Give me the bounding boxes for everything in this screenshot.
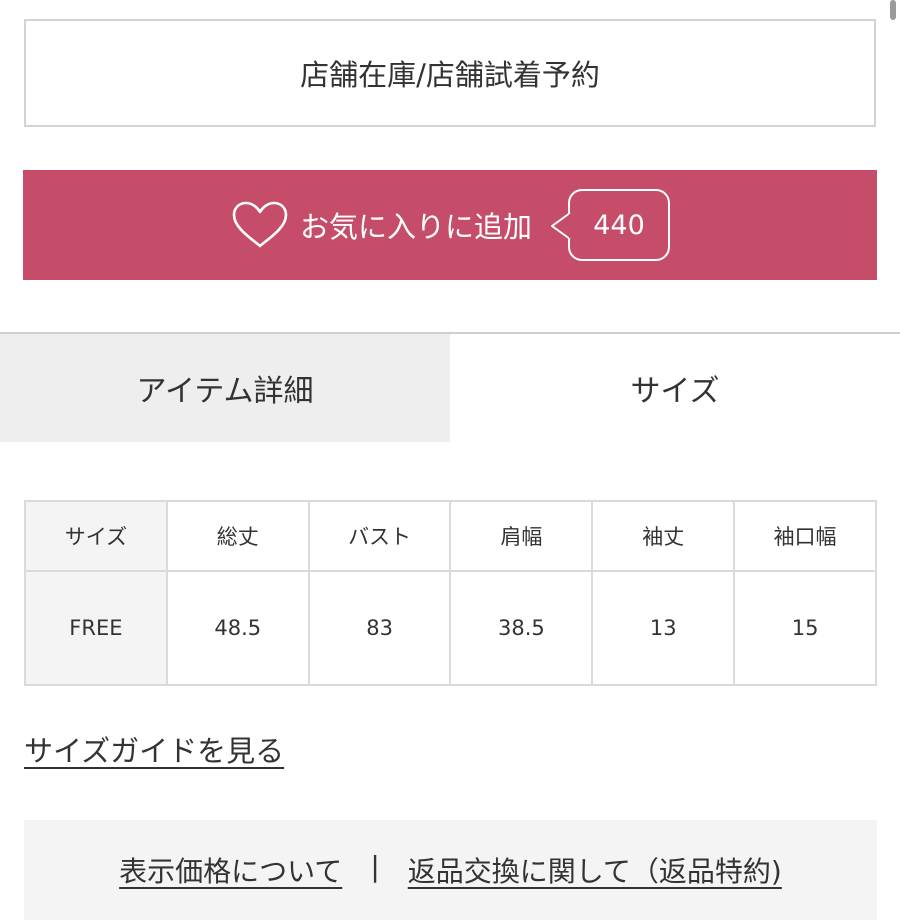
store-stock-reservation-button[interactable]: 店舗在庫/店舗試着予約 (24, 19, 876, 127)
header-cuff-width: 袖口幅 (733, 500, 877, 572)
tab-item-details[interactable]: アイテム詳細 (0, 334, 450, 442)
heart-icon (232, 201, 288, 248)
header-total-length: 総丈 (165, 500, 310, 572)
store-button-label: 店舗在庫/店舗試着予約 (300, 58, 600, 92)
table-row: FREE 48.5 83 38.5 13 15 (24, 570, 877, 686)
header-shoulder-width: 肩幅 (449, 500, 594, 572)
size-table-header-row: サイズ 総丈 バスト 肩幅 袖丈 袖口幅 (24, 500, 877, 572)
favorites-button-content: お気に入りに追加 440 (230, 189, 670, 261)
header-bust: バスト (307, 500, 452, 572)
footer-separator: | (370, 850, 380, 883)
cell-shoulder-width: 38.5 (449, 570, 594, 686)
size-table: サイズ 総丈 バスト 肩幅 袖丈 袖口幅 FREE 48.5 83 38.5 1… (24, 500, 877, 686)
size-guide-link[interactable]: サイズガイドを見る (24, 728, 284, 770)
add-to-favorites-button[interactable]: お気に入りに追加 440 (23, 170, 877, 280)
favorites-count: 440 (593, 209, 645, 241)
favorites-count-badge: 440 (551, 189, 670, 261)
cell-size: FREE (24, 570, 168, 686)
detail-tabs: アイテム詳細 サイズ (0, 334, 900, 442)
header-size: サイズ (24, 500, 168, 572)
price-display-link[interactable]: 表示価格について (119, 850, 342, 890)
cell-total-length: 48.5 (165, 570, 310, 686)
cell-bust: 83 (307, 570, 452, 686)
returns-policy-link[interactable]: 返品交換に関して（返品特約) (408, 850, 782, 890)
header-sleeve-length: 袖丈 (591, 500, 736, 572)
bubble-tail-icon (551, 212, 572, 240)
scrollbar-thumb[interactable] (890, 0, 896, 20)
footer-info-box: 表示価格について | 返品交換に関して（返品特約) (24, 820, 877, 920)
tab-item-details-label: アイテム詳細 (136, 374, 314, 409)
tab-size[interactable]: サイズ (450, 334, 900, 442)
cell-cuff-width: 15 (733, 570, 877, 686)
tab-size-label: サイズ (630, 374, 720, 409)
cell-sleeve-length: 13 (591, 570, 736, 686)
favorites-button-label: お気に入りに追加 (299, 210, 532, 244)
